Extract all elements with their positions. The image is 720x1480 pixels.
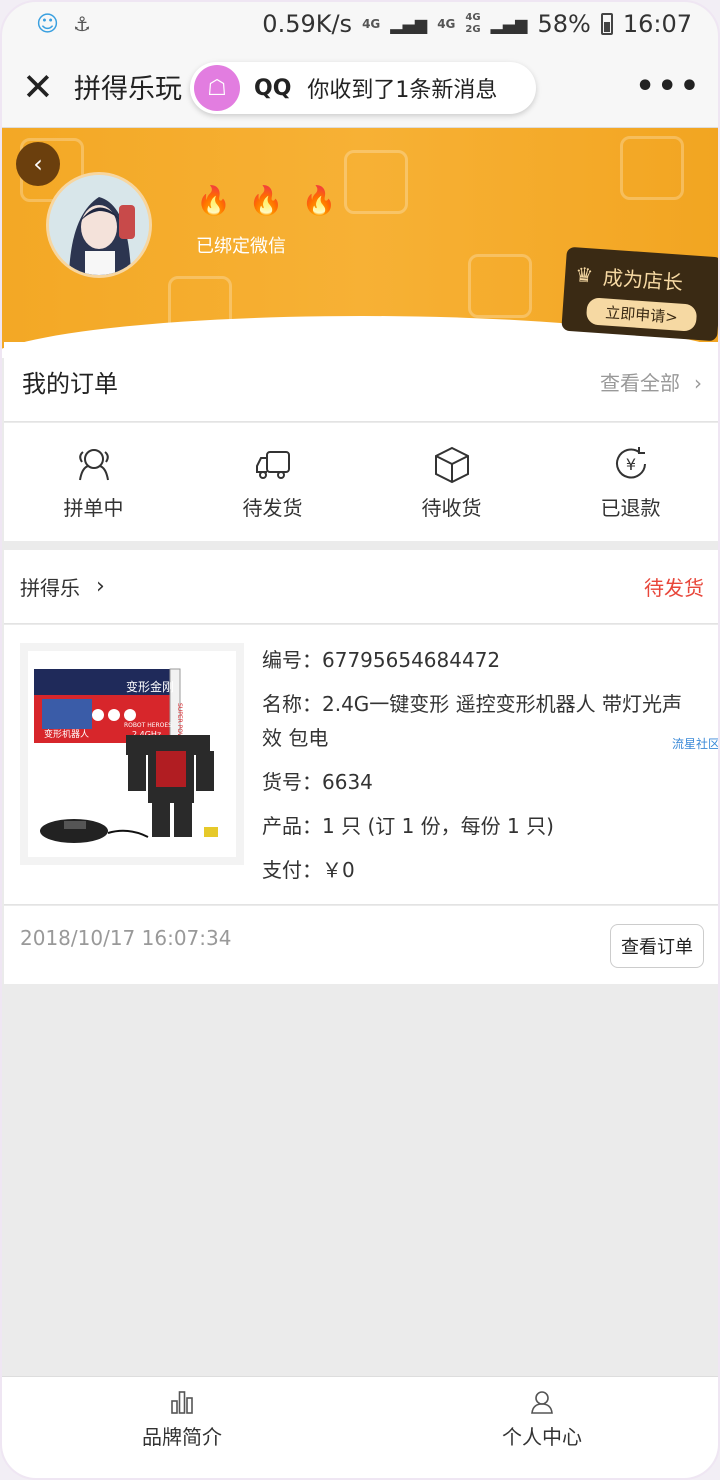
order-timestamp: 2018/10/17 16:07:34: [20, 926, 232, 950]
qq-notification[interactable]: ☖ QQ 你收到了1条新消息: [190, 62, 536, 114]
tab-to-ship[interactable]: 待发货: [183, 423, 362, 541]
back-button[interactable]: ‹: [16, 142, 60, 186]
qq-notification-app: QQ: [254, 75, 292, 101]
watermark: 流星社区: [671, 737, 720, 751]
order-status-tabs: 拼单中 待发货 待收货 ¥ 已退款: [4, 423, 718, 541]
view-order-button[interactable]: 查看订单: [610, 924, 704, 968]
usb-icon: ⚓: [72, 12, 91, 36]
phone-screen: ☺ ⚓ 0.59K/s 4G ▂▄▆ 4G 4G 2G ▂▄▆ 58% 16:0…: [0, 0, 720, 1480]
flame-icon: 🔥: [196, 184, 231, 217]
box-brand: ROBOT HEROES: [124, 722, 172, 729]
nav-brand-intro[interactable]: 品牌简介: [2, 1377, 362, 1478]
refund-icon: ¥: [615, 446, 646, 478]
tab-refunded-label: 已退款: [600, 495, 661, 520]
crown-icon: ♛: [574, 261, 594, 288]
signal-bars-icon: ▂▄▆: [390, 14, 428, 34]
product-thumbnail[interactable]: 变形金刚 变形机器人 2.4GHz ROBOT HEROES SUPER POW…: [20, 643, 244, 865]
signal-4g2g: 4G 2G: [465, 12, 481, 35]
flame-icon: 🔥: [301, 184, 337, 217]
qq-bell-icon: ☖: [194, 65, 240, 111]
bottom-nav: 品牌简介 个人中心: [2, 1376, 718, 1478]
wechat-bound-label: 已绑定微信: [196, 236, 286, 257]
my-orders-header: 我的订单 查看全部 ›: [4, 342, 718, 422]
person-icon: [531, 1391, 553, 1414]
status-right: 0.59K/s 4G ▂▄▆ 4G 4G 2G ▂▄▆ 58% 16:07: [262, 10, 692, 38]
tab-refunded[interactable]: ¥ 已退款: [541, 423, 718, 541]
product-quantity: 产品：1 只 (订 1 份，每份 1 只): [262, 814, 554, 838]
nav-personal-center[interactable]: 个人中心: [362, 1377, 718, 1478]
signal-4g-2: 4G: [437, 17, 456, 31]
payment-amount: 支付：￥0: [262, 858, 355, 882]
page-title: 拼得乐玩: [74, 74, 182, 105]
signal-bars-icon-2: ▂▄▆: [490, 14, 528, 34]
pattern-icon: [468, 254, 532, 318]
qq-status-icon: ☺: [36, 11, 59, 37]
status-bar: ☺ ⚓ 0.59K/s 4G ▂▄▆ 4G 4G 2G ▂▄▆ 58% 16:0…: [2, 2, 718, 46]
shopkeeper-title-row: ♛ 成为店长: [574, 259, 712, 297]
robot-toy-image: 变形金刚 变形机器人 2.4GHz ROBOT HEROES SUPER POW…: [34, 668, 218, 843]
tab-to-ship-label: 待发货: [242, 495, 303, 520]
box-subtitle: 变形机器人: [44, 728, 89, 740]
tab-to-receive-label: 待收货: [421, 495, 482, 520]
clock: 16:07: [622, 10, 692, 38]
view-all-link[interactable]: 查看全部 ›: [600, 367, 702, 396]
status-left: ☺ ⚓: [36, 12, 91, 37]
view-all-label: 查看全部: [600, 371, 680, 395]
box-title: 变形金刚: [126, 679, 174, 694]
svg-text:¥: ¥: [625, 455, 635, 474]
become-shopkeeper-card[interactable]: ♛ 成为店长 立即申请>: [561, 246, 718, 342]
my-orders-title: 我的订单: [22, 370, 118, 398]
shop-name: 拼得乐: [20, 576, 80, 600]
truck-icon: [255, 450, 290, 479]
tab-grouping-label: 拼单中: [63, 495, 124, 520]
chevron-right-icon: ›: [96, 574, 105, 599]
order-item[interactable]: 变形金刚 变形机器人 2.4GHz ROBOT HEROES SUPER POW…: [4, 625, 720, 905]
order-footer: 2018/10/17 16:07:34 查看订单: [4, 906, 718, 984]
nav-personal-center-label: 个人中心: [502, 1425, 582, 1449]
pattern-icon: [620, 136, 684, 200]
box-icon: [434, 446, 469, 483]
more-menu-icon[interactable]: •••: [635, 69, 702, 104]
flame-icon: 🔥: [248, 184, 284, 217]
battery-percent: 58%: [537, 10, 591, 38]
group-icon: [78, 448, 109, 480]
order-status: 待发货: [644, 576, 704, 600]
pattern-icon: [344, 150, 408, 214]
tab-to-receive[interactable]: 待收货: [362, 423, 541, 541]
battery-icon: [600, 13, 613, 35]
qq-notification-message: 你收到了1条新消息: [307, 78, 498, 103]
tab-grouping[interactable]: 拼单中: [4, 423, 183, 541]
flame-rating: 🔥 🔥 🔥: [196, 184, 337, 217]
signal-4g-1: 4G: [362, 17, 381, 31]
chevron-right-icon: ›: [694, 371, 702, 395]
product-sku: 货号：6634: [262, 770, 373, 794]
product-name: 名称：2.4G一键变形 遥控变形机器人 带灯光声效 包电: [262, 692, 683, 750]
apply-now-button[interactable]: 立即申请>: [585, 297, 698, 332]
avatar-image: [49, 175, 149, 275]
nav-brand-intro-label: 品牌简介: [142, 1425, 222, 1449]
close-icon[interactable]: ✕: [22, 65, 62, 109]
order-shop-row[interactable]: 拼得乐 › 待发货: [4, 550, 718, 624]
net-speed: 0.59K/s: [262, 10, 353, 38]
product-image: 变形金刚 变形机器人 2.4GHz ROBOT HEROES SUPER POW…: [28, 651, 236, 857]
bar-chart-icon: [171, 1391, 193, 1414]
order-number: 编号：67795654684472: [262, 648, 501, 672]
order-info: 编号：67795654684472 名称：2.4G一键变形 遥控变形机器人 带灯…: [262, 643, 702, 897]
avatar[interactable]: [46, 172, 152, 278]
shopkeeper-title: 成为店长: [602, 265, 684, 295]
